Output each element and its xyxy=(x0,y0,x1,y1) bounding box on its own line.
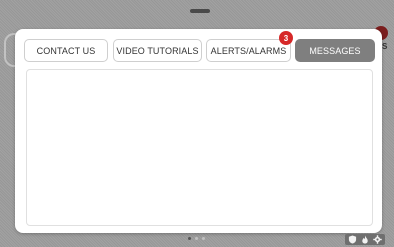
shield-icon xyxy=(348,235,357,244)
gear-icon xyxy=(373,235,382,244)
tab-video-tutorials[interactable]: VIDEO TUTORIALS xyxy=(113,39,202,62)
background-label: S xyxy=(382,42,388,51)
tab-alerts-alarms[interactable]: ALERTS/ALARMS xyxy=(206,39,291,62)
tab-contact-us[interactable]: CONTACT US xyxy=(24,39,108,62)
page-dot[interactable] xyxy=(188,237,191,240)
status-icon-strip xyxy=(345,234,385,245)
tab-messages[interactable]: MESSAGES xyxy=(295,39,375,62)
flame-icon xyxy=(362,235,368,244)
drawer-handle[interactable] xyxy=(190,9,210,13)
page-dot[interactable] xyxy=(202,237,205,240)
page-indicator xyxy=(188,237,208,242)
page-dot[interactable] xyxy=(195,237,198,240)
alerts-count-badge: 3 xyxy=(279,31,293,45)
messages-content-area xyxy=(26,69,373,226)
